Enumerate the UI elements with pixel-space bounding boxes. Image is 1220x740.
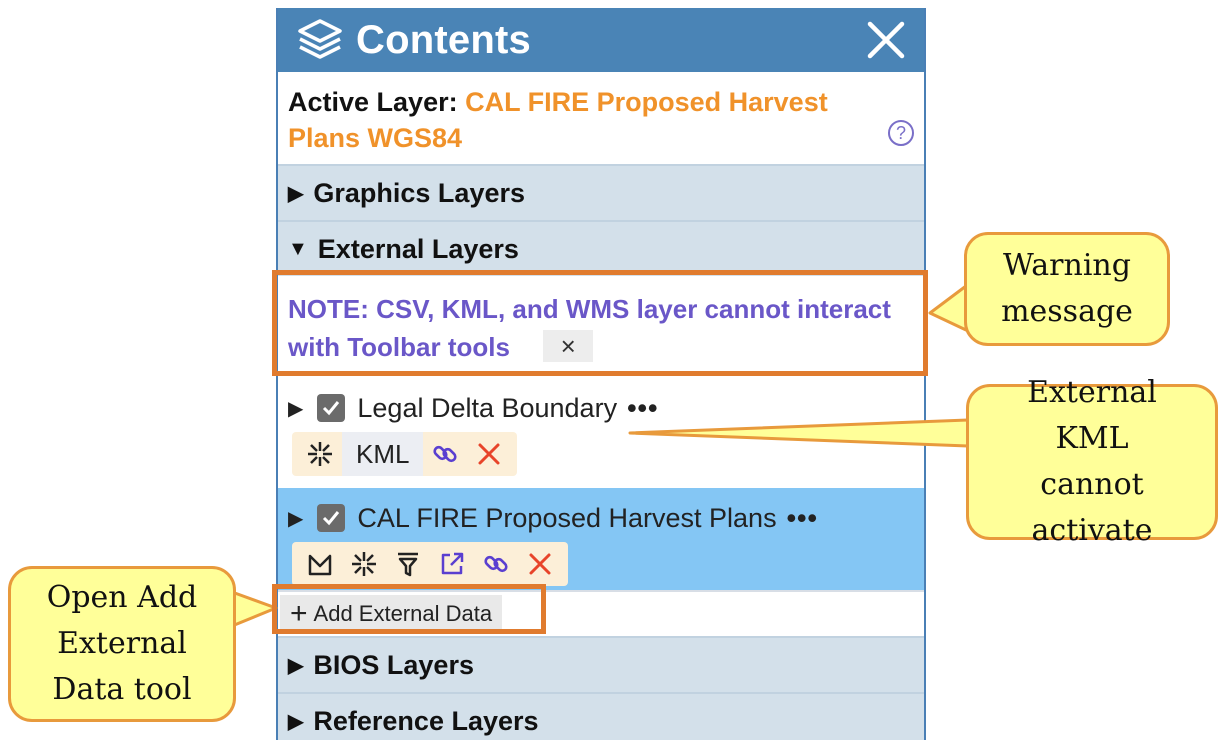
section-label: BIOS Layers: [313, 649, 474, 680]
active-layer-label: Active Layer:: [288, 87, 458, 117]
close-icon[interactable]: [866, 20, 906, 60]
warning-note: NOTE: CSV, KML, and WMS layer cannot int…: [278, 276, 924, 378]
panel-title: Contents: [356, 17, 531, 62]
collapse-arrow-icon: ▼: [288, 237, 308, 260]
link-icon[interactable]: [474, 542, 518, 586]
more-options-icon[interactable]: •••: [627, 393, 658, 424]
section-bios-layers[interactable]: ▶ BIOS Layers: [278, 636, 924, 692]
help-icon[interactable]: ?: [888, 120, 914, 146]
callout-warning-message: Warning message: [964, 232, 1170, 346]
layers-icon: [298, 19, 342, 59]
more-options-icon[interactable]: •••: [787, 503, 818, 534]
remove-layer-icon[interactable]: [518, 542, 562, 586]
filter-icon[interactable]: [386, 542, 430, 586]
kml-badge: KML: [342, 432, 424, 476]
layer-title-row: ▶ Legal Delta Boundary •••: [278, 378, 924, 432]
contents-panel: Contents Active Layer: CAL FIRE Proposed…: [276, 8, 926, 740]
attribute-table-icon[interactable]: [298, 542, 342, 586]
callout-kml-cannot-activate: External KML cannot activate: [966, 375, 1218, 548]
layer-item-legal-delta-boundary: ▶ Legal Delta Boundary ••• KML: [278, 378, 924, 488]
section-label: External Layers: [317, 233, 519, 264]
layer-title-row: ▶ CAL FIRE Proposed Harvest Plans •••: [278, 488, 924, 542]
layer-visibility-checkbox[interactable]: [317, 504, 346, 532]
layer-name: CAL FIRE Proposed Harvest Plans: [357, 502, 777, 533]
callout-text: External KML cannot activate: [1027, 375, 1157, 548]
callout-text: Open Add External Data tool: [46, 580, 198, 707]
section-external-layers[interactable]: ▼ External Layers: [278, 220, 924, 276]
expand-arrow-icon: ▶: [288, 710, 304, 733]
expand-arrow-icon: ▶: [288, 654, 304, 677]
zoom-to-layer-icon[interactable]: [298, 432, 342, 476]
export-icon[interactable]: [430, 542, 474, 586]
layer-toolbar: [292, 542, 568, 586]
checkmark-icon: [323, 401, 340, 416]
section-reference-layers[interactable]: ▶ Reference Layers: [278, 692, 924, 740]
layer-toolbar: KML: [292, 432, 518, 476]
dismiss-note-button[interactable]: ×: [543, 330, 594, 363]
checkmark-icon: [323, 511, 340, 526]
expand-arrow-icon: ▶: [288, 182, 304, 205]
zoom-to-layer-icon[interactable]: [342, 542, 386, 586]
expand-arrow-icon[interactable]: ▶: [288, 506, 303, 531]
layer-item-cal-fire-harvest-plans: ▶ CAL FIRE Proposed Harvest Plans •••: [278, 488, 924, 590]
active-layer-info: Active Layer: CAL FIRE Proposed Harvest …: [278, 72, 924, 164]
layer-visibility-checkbox[interactable]: [317, 394, 346, 422]
link-icon[interactable]: [423, 432, 467, 476]
layer-name: Legal Delta Boundary: [357, 392, 618, 423]
plus-icon: +: [290, 597, 308, 630]
add-external-data-button[interactable]: + Add External Data: [280, 595, 503, 633]
section-graphics-layers[interactable]: ▶ Graphics Layers: [278, 164, 924, 220]
expand-arrow-icon[interactable]: ▶: [288, 396, 303, 421]
callout-add-external-data: Open Add External Data tool: [8, 566, 236, 722]
add-external-data-row: + Add External Data: [278, 590, 924, 636]
remove-layer-icon[interactable]: [467, 432, 511, 476]
add-external-data-label: Add External Data: [313, 601, 493, 626]
panel-header: Contents: [278, 8, 924, 72]
section-label: Reference Layers: [313, 705, 539, 736]
section-label: Graphics Layers: [313, 177, 526, 208]
callout-text: Warning message: [1001, 248, 1133, 329]
